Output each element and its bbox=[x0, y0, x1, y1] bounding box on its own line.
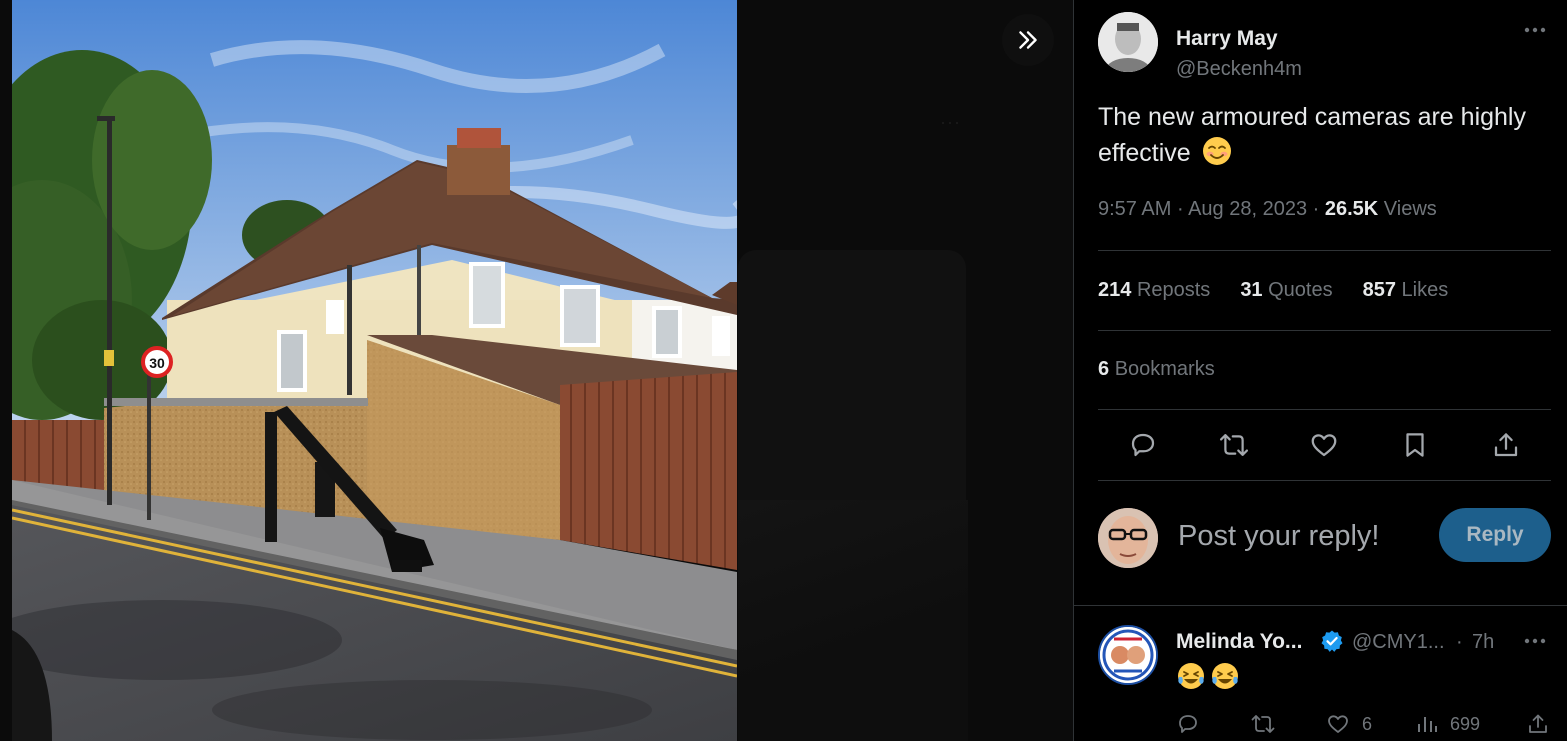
author-avatar[interactable] bbox=[1098, 12, 1158, 72]
tweet-text: The new armoured cameras are highly effe… bbox=[1098, 99, 1548, 171]
reposts-label: Reposts bbox=[1136, 279, 1211, 301]
reply-icon bbox=[1132, 433, 1155, 457]
background-photo-blur bbox=[738, 500, 968, 741]
reply-submit-button[interactable]: Reply bbox=[1439, 508, 1551, 562]
bookmarks-stat[interactable]: 6 Bookmarks bbox=[1098, 358, 1215, 381]
reply-views-count: 699 bbox=[1450, 713, 1481, 734]
reply-separator: · bbox=[1456, 631, 1463, 653]
author-handle[interactable]: @Beckenh4m bbox=[1176, 58, 1302, 81]
reply-icon bbox=[1179, 715, 1197, 733]
reply-action-bar: 6 699 bbox=[1176, 709, 1567, 739]
tweet-text-content: The new armoured cameras are highly effe… bbox=[1098, 103, 1526, 167]
author-name[interactable]: Harry May bbox=[1176, 27, 1278, 51]
background-dots: ··· bbox=[940, 112, 961, 132]
laughing-tears-emoji bbox=[1212, 663, 1238, 689]
like-icon bbox=[1312, 434, 1337, 457]
divider bbox=[1098, 409, 1551, 410]
like-button[interactable] bbox=[1303, 424, 1345, 466]
more-icon bbox=[1524, 638, 1546, 644]
divider bbox=[1074, 605, 1567, 606]
svg-text:30: 30 bbox=[149, 355, 165, 371]
tweet-photo[interactable]: 30 bbox=[12, 0, 737, 741]
smiling-face-emoji bbox=[1202, 137, 1231, 165]
reply-composer: Reply bbox=[1098, 506, 1551, 570]
tweet-author: Harry May @Beckenh4m bbox=[1098, 12, 1551, 80]
repost-icon bbox=[1251, 715, 1275, 733]
views-count: 26.5K bbox=[1324, 198, 1379, 220]
views-label: Views bbox=[1383, 198, 1437, 220]
meta-dot: · bbox=[1312, 198, 1325, 220]
reposts-count: 214 bbox=[1098, 279, 1132, 301]
reply-share-button[interactable] bbox=[1526, 709, 1550, 739]
share-button[interactable] bbox=[1485, 424, 1527, 466]
likes-stat[interactable]: 857 Likes bbox=[1363, 279, 1449, 302]
meta-dot: · bbox=[1176, 198, 1189, 220]
tweet-action-bar bbox=[1098, 424, 1551, 466]
media-viewer: ··· 30 bbox=[0, 0, 1073, 741]
like-icon bbox=[1328, 715, 1348, 733]
tweet-meta: 9:57 AM · Aug 28, 2023 · 26.5K Views bbox=[1098, 198, 1437, 221]
repost-icon bbox=[1219, 434, 1248, 456]
reply-text bbox=[1176, 661, 1240, 691]
divider bbox=[1098, 250, 1551, 251]
likes-label: Likes bbox=[1401, 279, 1449, 301]
reply-like-button[interactable]: 6 bbox=[1326, 709, 1372, 739]
current-user-avatar[interactable] bbox=[1098, 508, 1158, 568]
reply-author-name[interactable]: Melinda Yo... bbox=[1176, 630, 1302, 654]
reply-repost-button[interactable] bbox=[1250, 709, 1276, 739]
tweet-time[interactable]: 9:57 AM bbox=[1098, 198, 1171, 220]
bookmarks-label: Bookmarks bbox=[1114, 358, 1215, 380]
reply-button[interactable] bbox=[1122, 424, 1164, 466]
engagement-stats: 214 Reposts 31 Quotes 857 Likes bbox=[1098, 279, 1448, 302]
quotes-label: Quotes bbox=[1268, 279, 1333, 301]
more-icon bbox=[1524, 27, 1546, 33]
share-icon bbox=[1494, 433, 1517, 457]
reply-reply-button[interactable] bbox=[1176, 709, 1200, 739]
divider bbox=[1098, 330, 1551, 331]
double-chevron-right-icon bbox=[1019, 31, 1037, 49]
more-options-button[interactable] bbox=[1519, 14, 1551, 46]
reply-tweet[interactable]: Melinda Yo... @CMY1... · 7h 6 699 bbox=[1098, 625, 1551, 741]
reply-input[interactable] bbox=[1178, 518, 1428, 554]
share-icon bbox=[1529, 714, 1547, 733]
reply-time[interactable]: 7h bbox=[1472, 631, 1494, 654]
likes-count: 857 bbox=[1362, 279, 1396, 301]
views-icon bbox=[1418, 717, 1437, 732]
reply-like-count: 6 bbox=[1362, 713, 1373, 734]
verified-badge-icon bbox=[1321, 630, 1343, 652]
repost-button[interactable] bbox=[1213, 424, 1255, 466]
reply-more-button[interactable] bbox=[1519, 625, 1551, 657]
reply-views-button[interactable]: 699 bbox=[1416, 709, 1480, 739]
laughing-tears-emoji bbox=[1178, 663, 1204, 689]
reposts-stat[interactable]: 214 Reposts bbox=[1098, 279, 1210, 302]
bookmarks-count: 6 bbox=[1098, 358, 1110, 380]
bookmark-icon bbox=[1406, 433, 1424, 457]
bookmark-button[interactable] bbox=[1394, 424, 1436, 466]
tweet-detail-pane: Harry May @Beckenh4m The new armoured ca… bbox=[1073, 0, 1567, 741]
reply-author-avatar[interactable] bbox=[1098, 625, 1158, 685]
reply-author-handle[interactable]: @CMY1... bbox=[1352, 631, 1445, 654]
quotes-stat[interactable]: 31 Quotes bbox=[1240, 279, 1332, 302]
tweet-date[interactable]: Aug 28, 2023 bbox=[1188, 198, 1307, 220]
divider bbox=[1098, 480, 1551, 481]
collapse-panel-button[interactable] bbox=[1002, 14, 1054, 66]
quotes-count: 31 bbox=[1240, 279, 1263, 301]
